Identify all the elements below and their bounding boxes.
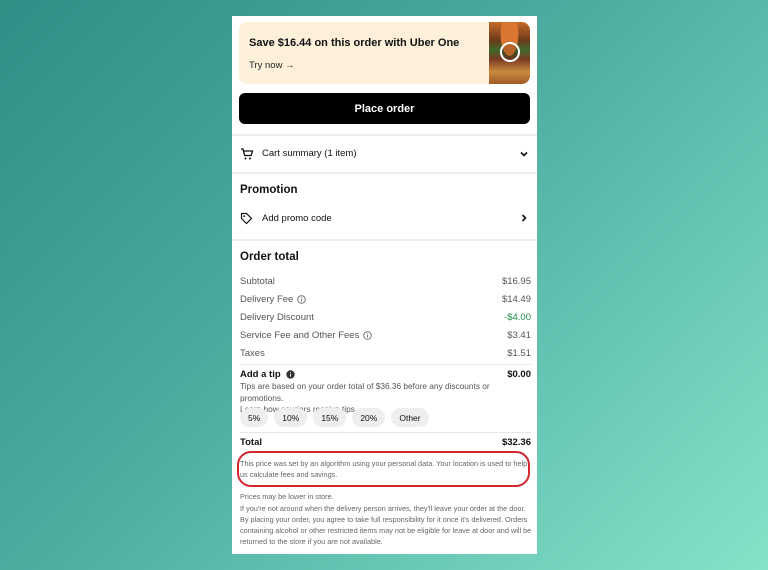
- store-price-note: Prices may be lower in store.: [240, 492, 334, 501]
- info-icon[interactable]: [363, 331, 373, 340]
- chevron-down-icon[interactable]: [519, 149, 529, 159]
- chevron-right-icon[interactable]: [519, 213, 529, 223]
- tip-option-20[interactable]: 20%: [352, 408, 386, 427]
- uber-one-title: Save $16.44 on this order with Uber One: [249, 37, 460, 49]
- total-value: $32.36: [501, 437, 531, 448]
- info-icon[interactable]: [297, 295, 307, 304]
- divider: [232, 239, 537, 241]
- order-total-heading: Order total: [240, 251, 299, 263]
- fee-value: $3.41: [507, 330, 531, 341]
- fee-label: Subtotal: [240, 276, 275, 287]
- divider: [232, 134, 537, 136]
- tip-label: Add a tip: [240, 369, 281, 380]
- add-promo-code-label: Add promo code: [262, 213, 332, 224]
- fee-row-delivery-fee: Delivery Fee $14.49: [240, 294, 531, 308]
- divider: [232, 172, 537, 174]
- tip-option-other[interactable]: Other: [391, 408, 429, 427]
- tip-option-10[interactable]: 10%: [274, 408, 308, 427]
- highlight-oval: [237, 451, 530, 487]
- uber-one-banner[interactable]: Save $16.44 on this order with Uber One …: [239, 22, 530, 84]
- fee-label: Service Fee and Other Fees: [240, 330, 360, 341]
- total-label: Total: [240, 437, 262, 448]
- fee-row-delivery-discount: Delivery Discount -$4.00: [240, 312, 531, 326]
- total-row: Total $32.36: [240, 437, 531, 451]
- divider: [240, 432, 531, 433]
- tip-option-15[interactable]: 15%: [313, 408, 347, 427]
- fee-value: $1.51: [507, 348, 531, 359]
- fee-label: Delivery Discount: [240, 312, 314, 323]
- tip-value: $0.00: [507, 369, 531, 380]
- fee-value: $14.49: [501, 294, 531, 305]
- tip-option-5[interactable]: 5%: [240, 408, 269, 427]
- fee-label: Taxes: [240, 348, 265, 359]
- divider: [240, 364, 531, 365]
- delivery-note: If you're not around when the delivery p…: [240, 504, 532, 546]
- uber-one-badge-icon: [500, 42, 520, 62]
- tag-icon: [240, 212, 253, 225]
- add-promo-code-row[interactable]: Add promo code: [232, 208, 537, 230]
- tip-note-text: Tips are based on your order total of $3…: [240, 381, 490, 403]
- cart-summary-row[interactable]: Cart summary (1 item): [232, 137, 537, 171]
- promotion-heading: Promotion: [240, 184, 298, 196]
- fee-value: $16.95: [501, 276, 531, 287]
- fee-row-taxes: Taxes $1.51: [240, 348, 531, 362]
- cart-icon: [241, 148, 254, 160]
- fee-row-subtotal: Subtotal $16.95: [240, 276, 531, 290]
- tip-options: 5% 10% 15% 20% Other: [240, 408, 429, 427]
- uber-one-try-link[interactable]: Try now →: [249, 60, 295, 71]
- place-order-button[interactable]: Place order: [239, 93, 530, 124]
- fee-label: Delivery Fee: [240, 294, 294, 305]
- burger-image: [489, 22, 530, 84]
- cart-summary-label: Cart summary (1 item): [262, 148, 357, 159]
- info-icon[interactable]: [285, 370, 295, 379]
- fee-value: -$4.00: [504, 312, 531, 323]
- fee-row-service-fee: Service Fee and Other Fees $3.41: [240, 330, 531, 344]
